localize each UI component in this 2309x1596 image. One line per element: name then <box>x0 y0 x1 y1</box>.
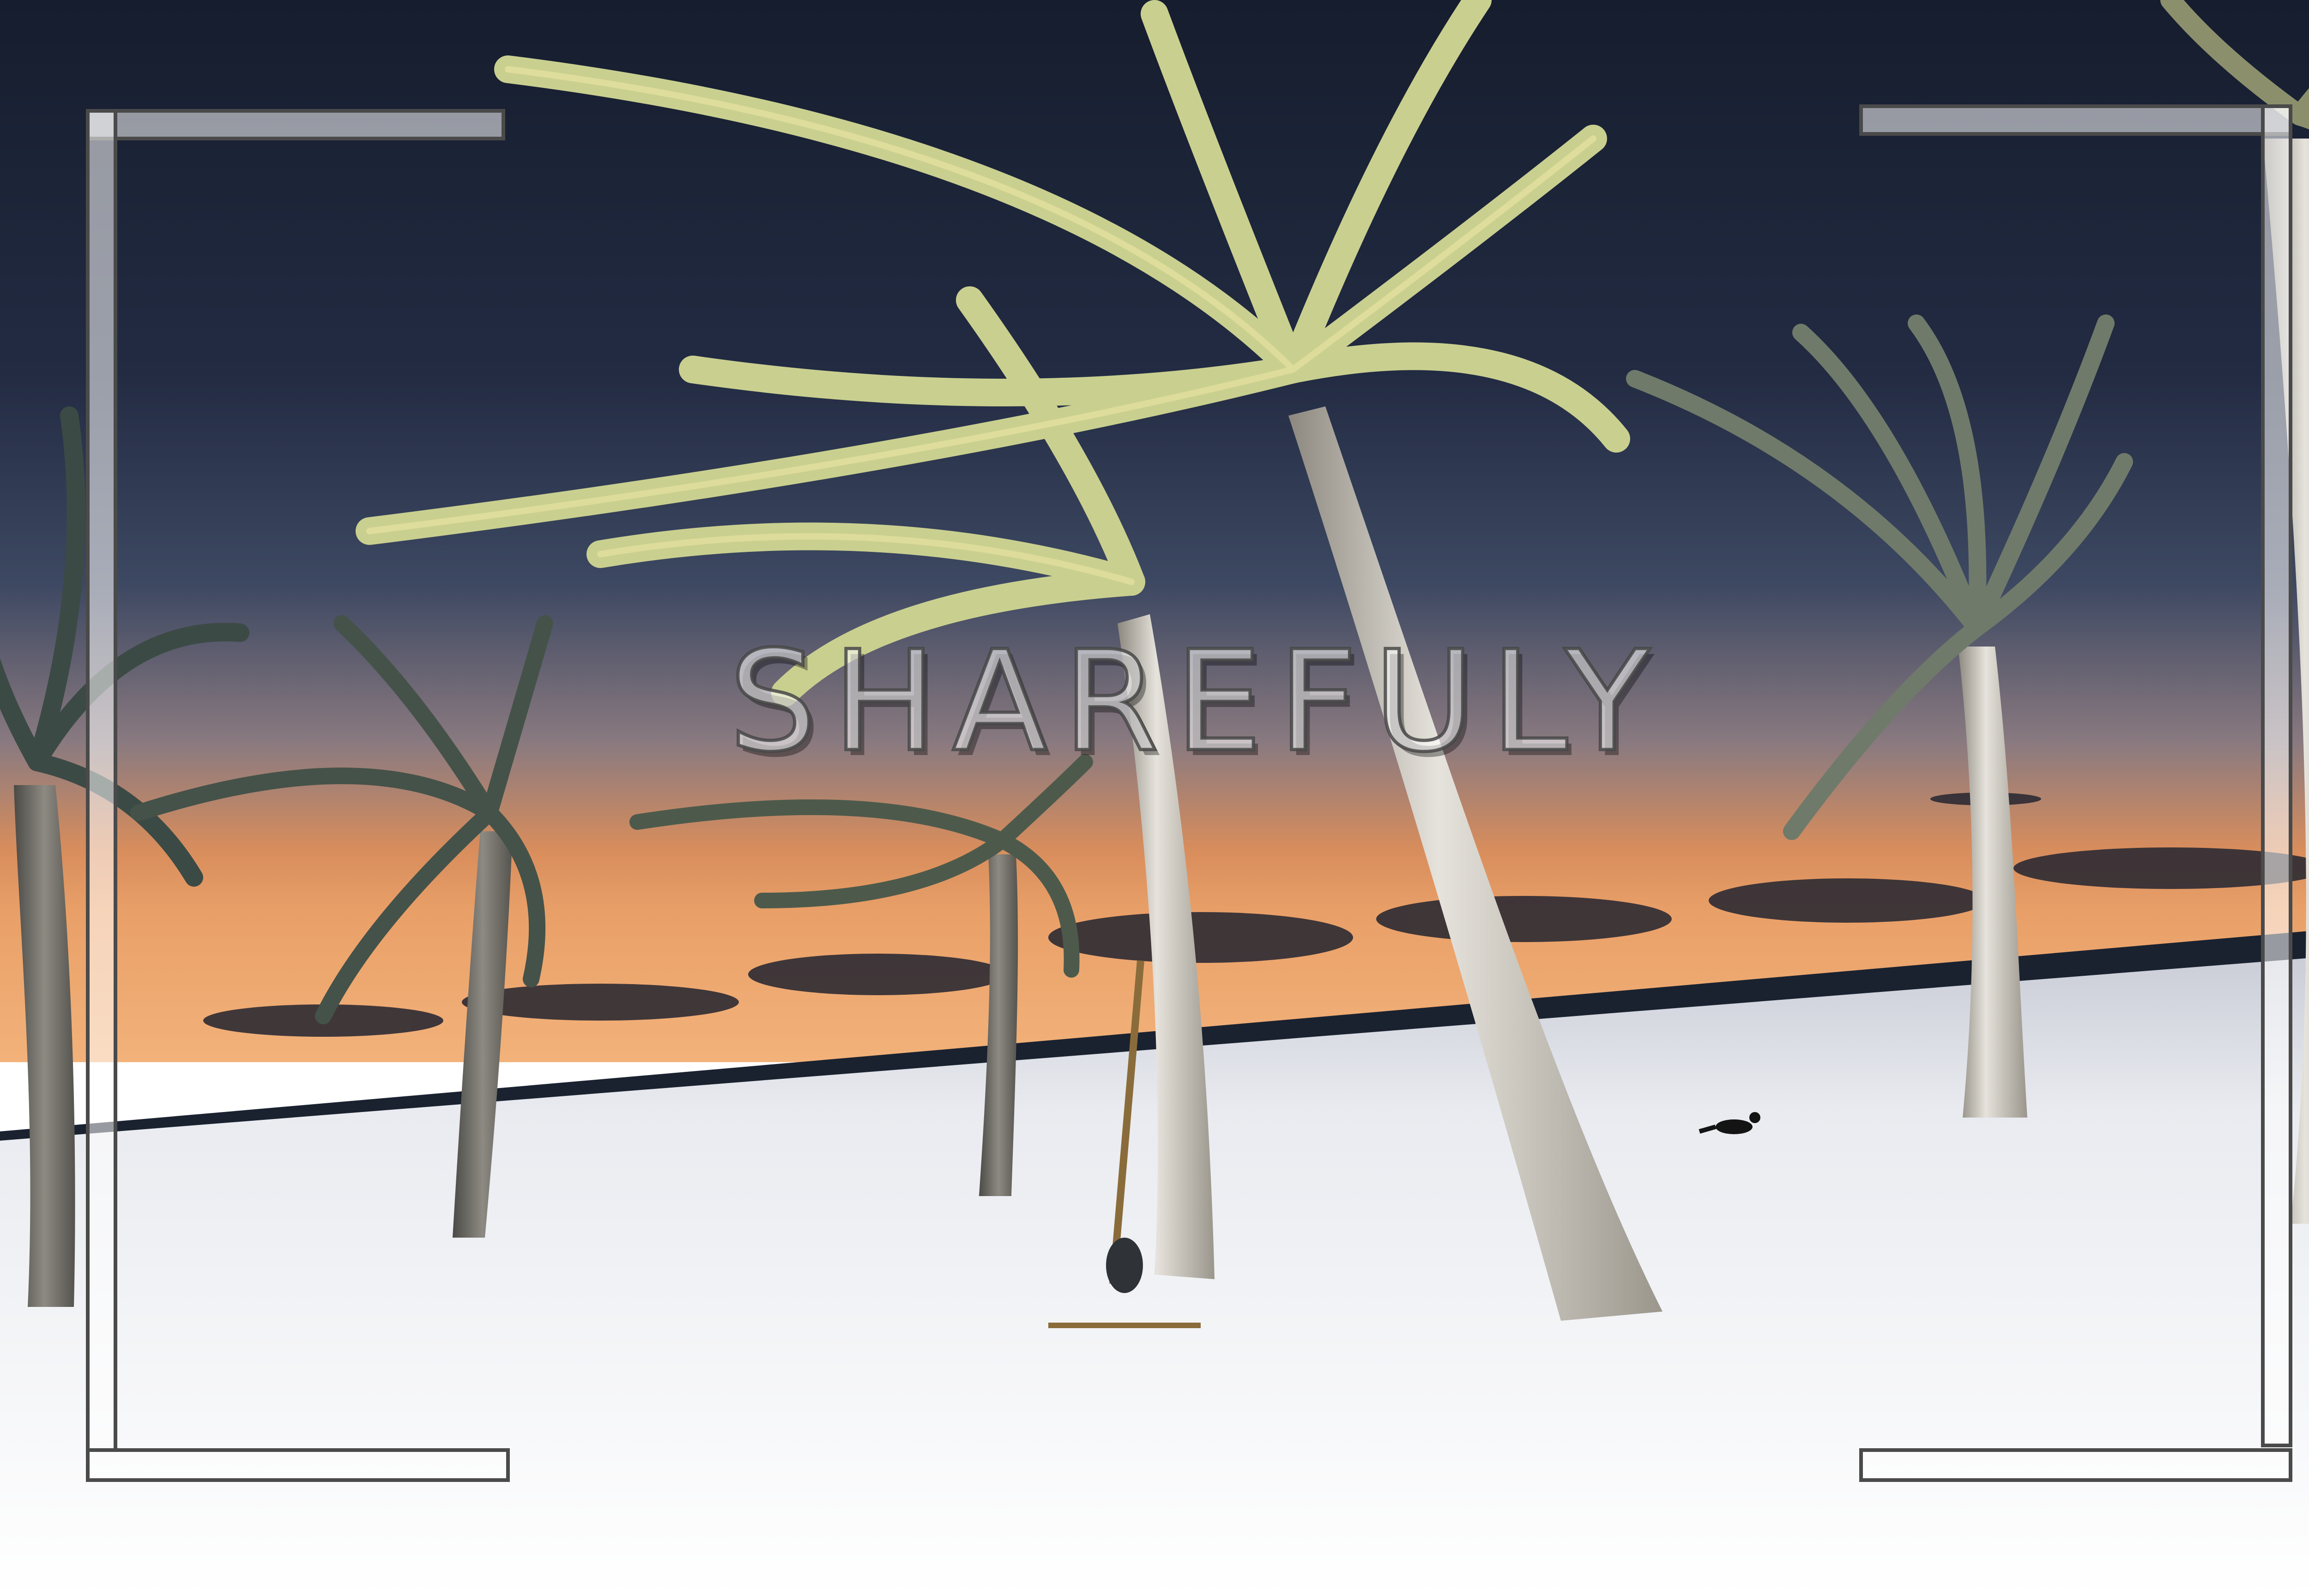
watermark-text: SHAREFULY <box>727 621 1665 782</box>
photo-scene <box>0 0 2309 1596</box>
